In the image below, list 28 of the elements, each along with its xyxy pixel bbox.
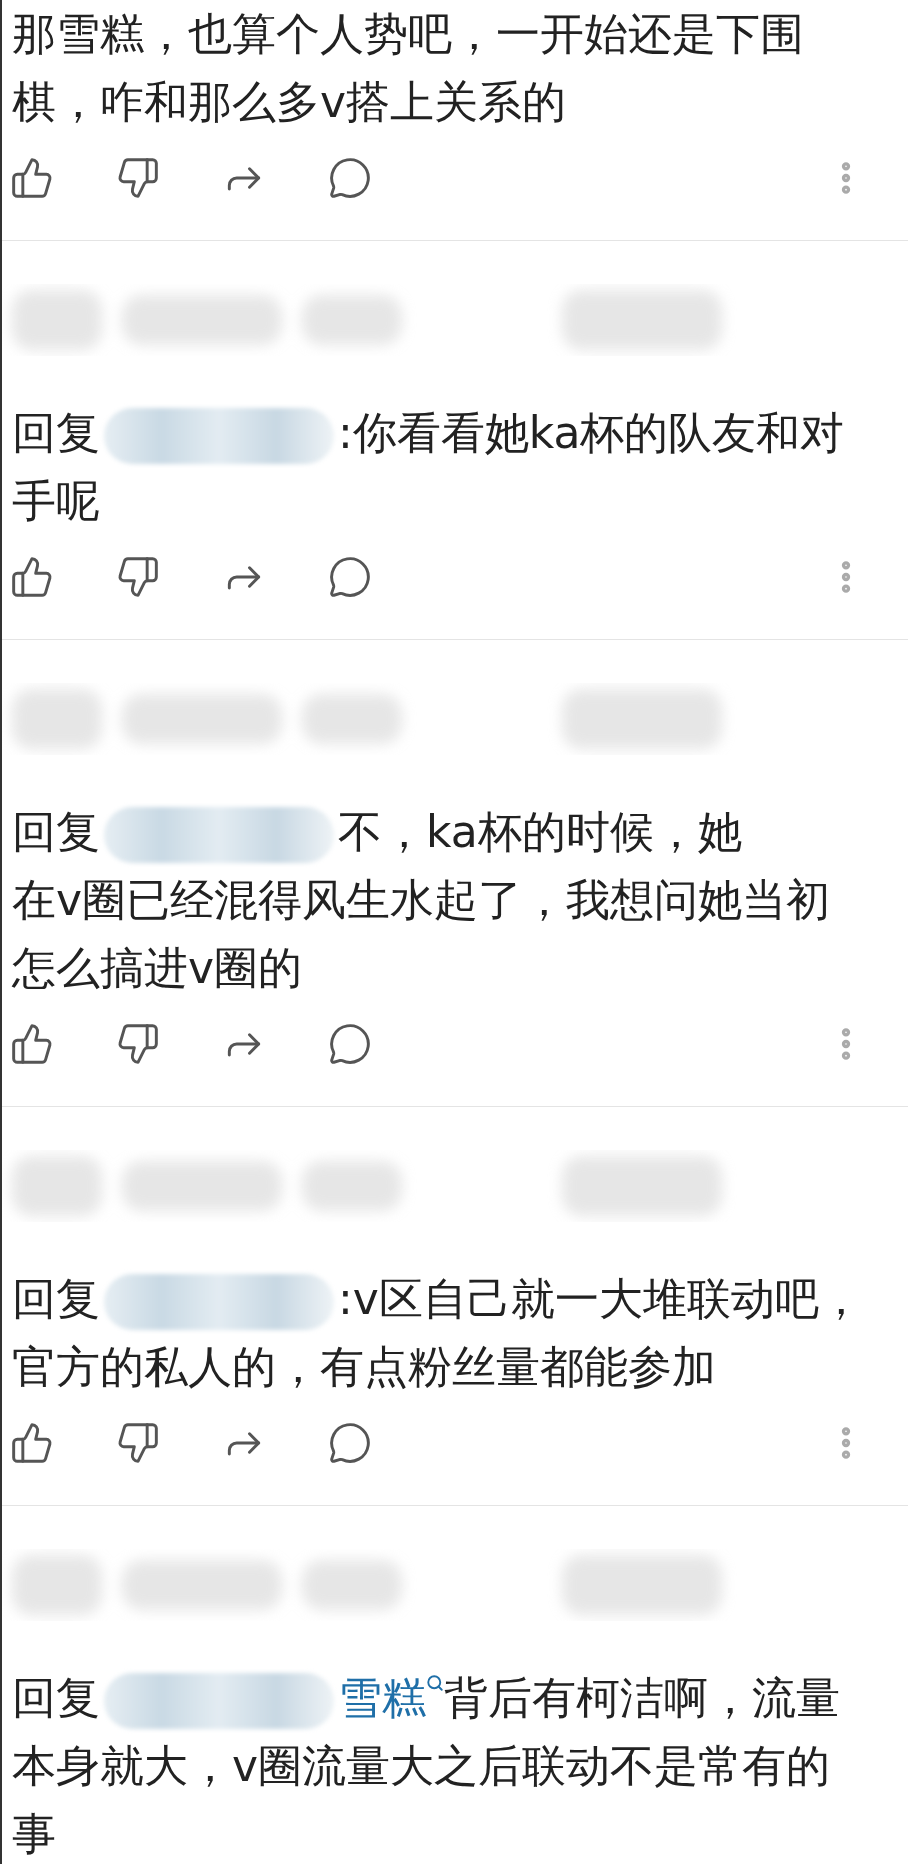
- comment-text: :你看看她ka杯的队友和对: [338, 407, 845, 458]
- reply-label: 回复: [12, 407, 100, 458]
- comment-icon[interactable]: [328, 555, 372, 599]
- comment-text: 手呢: [12, 474, 100, 528]
- reply-label: 回复: [12, 806, 100, 857]
- thumbs-down-icon[interactable]: [116, 1022, 160, 1066]
- thumbs-down-icon[interactable]: [116, 555, 160, 599]
- thumbs-down-icon[interactable]: [116, 1421, 160, 1465]
- mention-link[interactable]: 雪糕: [338, 1672, 444, 1723]
- thumbs-up-icon[interactable]: [10, 1022, 54, 1066]
- thumbs-up-icon[interactable]: [10, 1421, 54, 1465]
- thumbs-up-icon[interactable]: [10, 156, 54, 200]
- comment-text: 棋，咋和那么多v搭上关系的: [12, 75, 567, 129]
- thumbs-up-icon[interactable]: [10, 555, 54, 599]
- comment-text: 那雪糕，也算个人势吧，一开始还是下围: [12, 8, 804, 59]
- comment-text: 本身就大，v圈流量大之后联动不是常有的 事: [12, 1739, 831, 1861]
- comment-icon[interactable]: [328, 156, 372, 200]
- thumbs-down-icon[interactable]: [116, 156, 160, 200]
- reply-label: 回复: [12, 1672, 100, 1723]
- comment-text: 不，ka杯的时候，她: [338, 806, 742, 857]
- search-icon: [426, 1674, 444, 1692]
- comment-text: 官方的私人的，有点粉丝量都能参加: [12, 1340, 716, 1394]
- comment-icon[interactable]: [328, 1421, 372, 1465]
- comment-text: 在v圈已经混得风生水起了，我想问她当初 怎么搞进v圈的: [12, 873, 831, 995]
- comment-text: :v区自己就一大堆联动吧，: [338, 1273, 863, 1324]
- comment-icon[interactable]: [328, 1022, 372, 1066]
- reply-label: 回复: [12, 1273, 100, 1324]
- comment-text: 背后有柯洁啊，流量: [444, 1672, 840, 1723]
